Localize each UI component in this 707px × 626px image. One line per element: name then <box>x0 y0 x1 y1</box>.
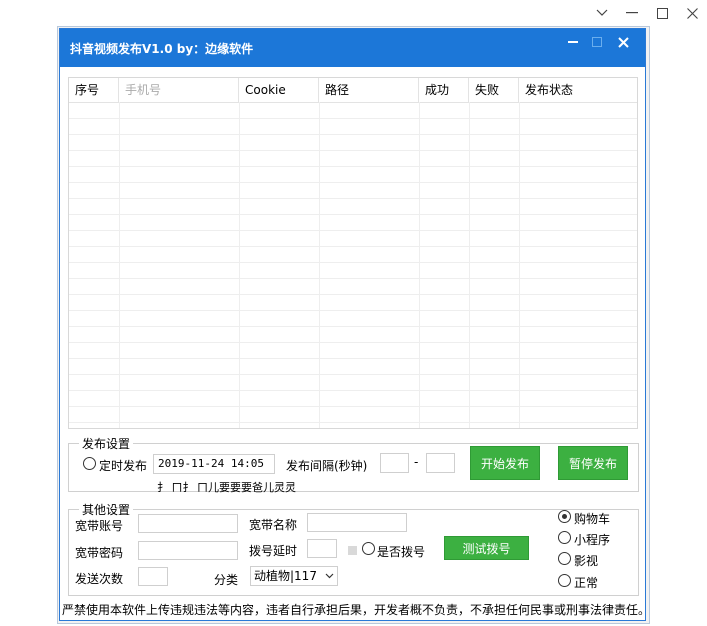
table-row-divider <box>69 326 637 327</box>
window-title: 抖音视频发布V1.0 by：边缘软件 <box>70 42 254 56</box>
app-maximize-button[interactable] <box>586 31 608 53</box>
mode-label-shopping-cart: 购物车 <box>574 512 611 526</box>
table-column-divider <box>469 102 470 428</box>
column-header-phone[interactable]: 手机号 <box>119 78 239 102</box>
send-count-input[interactable] <box>138 567 168 586</box>
column-header-fail[interactable]: 失败 <box>469 78 519 102</box>
table-row-divider <box>69 262 637 263</box>
table-row-divider <box>69 182 637 183</box>
minimize-icon[interactable] <box>617 0 647 26</box>
mode-radio-mini-program[interactable] <box>558 531 571 544</box>
disclaimer-text: 严禁使用本软件上传违规违法等内容，违者自行承担后果，开发者概不负责，不承担任何民… <box>62 603 645 617</box>
table-column-divider <box>239 102 240 428</box>
table-row-divider <box>69 198 637 199</box>
broadband-account-input[interactable] <box>138 514 238 533</box>
other-settings-legend: 其他设置 <box>82 503 131 517</box>
table-row-divider <box>69 374 637 375</box>
close-icon[interactable] <box>677 0 707 26</box>
category-selected-value: 动植物|117 <box>254 569 317 583</box>
dial-delay-label: 拨号延时 <box>249 544 298 558</box>
broadband-account-label: 宽带账号 <box>75 519 124 533</box>
app-window: 抖音视频发布V1.0 by：边缘软件 序号 手机号 Cookie 路径 成功 失… <box>59 28 646 621</box>
broadband-password-input[interactable] <box>138 541 238 560</box>
pause-publish-button[interactable]: 暂停发布 <box>558 446 628 480</box>
dial-delay-input[interactable] <box>307 539 337 558</box>
publish-status-text: 扌 ㄇ扌 ㄇ儿要要要爸儿灵灵 <box>157 481 296 494</box>
broadband-password-label: 宽带密码 <box>75 546 124 560</box>
category-label: 分类 <box>214 573 239 587</box>
mode-radio-shopping-cart[interactable] <box>558 510 571 523</box>
scheduled-publish-label: 定时发布 <box>99 459 148 473</box>
test-dial-button[interactable]: 测试拨号 <box>444 536 529 560</box>
mode-radio-normal[interactable] <box>558 574 571 587</box>
account-table[interactable]: 序号 手机号 Cookie 路径 成功 失败 发布状态 <box>68 77 638 429</box>
interval-to-input[interactable] <box>426 453 455 473</box>
table-row-divider <box>69 214 637 215</box>
mode-label-film: 影视 <box>574 554 599 568</box>
interval-from-input[interactable] <box>380 453 409 473</box>
broadband-name-input[interactable] <box>307 513 407 532</box>
table-row-divider <box>69 278 637 279</box>
mode-radio-film[interactable] <box>558 552 571 565</box>
mode-label-mini-program: 小程序 <box>574 533 611 547</box>
column-header-cookie[interactable]: Cookie <box>239 78 319 102</box>
table-header: 序号 手机号 Cookie 路径 成功 失败 发布状态 <box>69 78 637 103</box>
dial-enable-radio[interactable] <box>362 542 375 555</box>
publish-datetime-input[interactable]: 2019-11-24 14:05 <box>153 454 275 474</box>
table-column-divider <box>519 102 520 428</box>
table-column-divider <box>419 102 420 428</box>
app-minimize-button[interactable] <box>562 31 584 53</box>
dial-indicator <box>348 546 357 555</box>
column-header-success[interactable]: 成功 <box>419 78 469 102</box>
broadband-name-label: 宽带名称 <box>249 518 298 532</box>
table-row-divider <box>69 294 637 295</box>
table-body <box>69 102 637 428</box>
scheduled-publish-radio[interactable] <box>83 457 96 470</box>
table-row-divider <box>69 358 637 359</box>
mode-label-normal: 正常 <box>574 576 599 590</box>
title-bar[interactable]: 抖音视频发布V1.0 by：边缘软件 <box>60 29 645 67</box>
dial-enable-label: 是否拨号 <box>377 545 426 559</box>
table-row-divider <box>69 150 637 151</box>
outer-window-controls <box>587 0 707 26</box>
column-header-path[interactable]: 路径 <box>319 78 419 102</box>
table-row-divider <box>69 118 637 119</box>
start-publish-button[interactable]: 开始发布 <box>470 446 540 480</box>
column-header-index[interactable]: 序号 <box>69 78 119 102</box>
table-column-divider <box>319 102 320 428</box>
table-row-divider <box>69 390 637 391</box>
send-count-label: 发送次数 <box>75 572 124 586</box>
table-row-divider <box>69 166 637 167</box>
app-close-button[interactable] <box>612 31 634 53</box>
table-row-divider <box>69 342 637 343</box>
table-row-divider <box>69 310 637 311</box>
category-select[interactable]: 动植物|117 <box>250 566 338 586</box>
publish-interval-label: 发布间隔(秒钟) <box>286 459 368 473</box>
chevron-down-icon[interactable] <box>587 0 617 26</box>
table-row-divider <box>69 134 637 135</box>
table-row-divider <box>69 246 637 247</box>
table-row-divider <box>69 422 637 423</box>
interval-separator: - <box>414 455 419 469</box>
maximize-icon[interactable] <box>647 0 677 26</box>
publish-settings-legend: 发布设置 <box>82 437 131 451</box>
table-column-divider <box>119 102 120 428</box>
table-row-divider <box>69 230 637 231</box>
table-row-divider <box>69 406 637 407</box>
chevron-down-icon <box>325 567 334 585</box>
column-header-status[interactable]: 发布状态 <box>519 78 637 102</box>
